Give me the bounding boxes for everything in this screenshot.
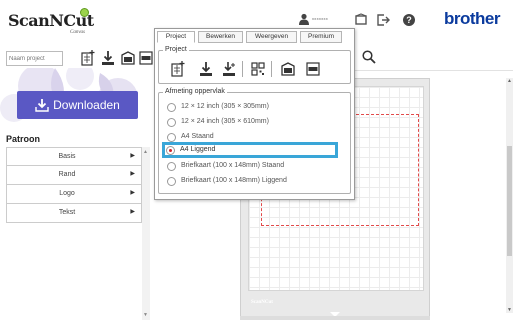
logo-subtext: Canvas — [70, 30, 85, 35]
category-label: Logo — [59, 190, 75, 197]
chevron-right-icon: ▶ — [130, 171, 135, 177]
category-label: Rand — [58, 171, 76, 178]
scrollbar-thumb[interactable] — [507, 146, 512, 256]
download-button-label: Downloaden — [53, 98, 120, 112]
project-group-title: Project — [163, 46, 189, 53]
tab-bewerken[interactable]: Bewerken — [198, 31, 243, 43]
area-size-group-title: Afmeting oppervlak — [163, 88, 227, 95]
logout-icon[interactable] — [376, 13, 390, 27]
download-button[interactable]: Downloaden — [17, 91, 138, 119]
area-option-a4-liggend[interactable]: A4 Liggend — [162, 142, 338, 158]
mat-box-icon[interactable] — [281, 61, 295, 77]
option-label: Briefkaart (100 x 148mm) Staand — [181, 162, 285, 169]
option-label: Briefkaart (100 x 148mm) Liggend — [181, 177, 287, 184]
scroll-down-icon[interactable]: ▼ — [507, 307, 512, 313]
area-size-group: Afmeting oppervlak 12 × 12 inch (305 × 3… — [158, 88, 351, 194]
project-toolbar — [6, 50, 156, 70]
svg-file-icon[interactable] — [139, 50, 153, 66]
radio-button[interactable] — [167, 133, 176, 142]
svg-file-icon[interactable] — [306, 61, 320, 77]
toolbar-divider — [242, 61, 243, 77]
download-mat-icon[interactable] — [222, 61, 236, 77]
logo-badge-icon — [80, 8, 89, 17]
svg-text:?: ? — [406, 15, 412, 25]
option-label: 12 × 24 inch (305 × 610mm) — [181, 118, 269, 125]
scroll-up-icon[interactable]: ▲ — [143, 149, 148, 155]
category-item-tekst[interactable]: Tekst ▶ — [6, 204, 142, 223]
header-actions: xxxxxxx ? brother — [298, 9, 513, 30]
radio-button-selected[interactable] — [166, 146, 175, 155]
category-label: Tekst — [58, 209, 76, 216]
scanncut-logo: ScanNCut Canvas — [8, 8, 108, 38]
brother-logo: brother — [444, 9, 501, 28]
area-option-briefkaart-staand[interactable]: Briefkaart (100 x 148mm) Staand — [164, 160, 350, 173]
download-icon[interactable] — [199, 61, 213, 77]
chevron-right-icon: ▶ — [130, 153, 135, 159]
canvas-vertical-scrollbar[interactable]: ▲ ▼ — [506, 78, 513, 313]
radio-button[interactable] — [167, 118, 176, 127]
help-icon[interactable]: ? — [402, 13, 416, 27]
project-name-input[interactable] — [6, 51, 63, 66]
category-item-rand[interactable]: Rand ▶ — [6, 166, 142, 185]
tab-project[interactable]: Project — [157, 31, 195, 43]
qr-code-icon[interactable] — [251, 61, 265, 77]
user-name[interactable]: xxxxxxx — [312, 16, 328, 21]
radio-button[interactable] — [167, 177, 176, 186]
pattern-category-list: Basis ▶ Rand ▶ Logo ▶ Tekst ▶ — [6, 147, 142, 223]
category-item-logo[interactable]: Logo ▶ — [6, 185, 142, 204]
radio-button[interactable] — [167, 103, 176, 112]
option-label: A4 Staand — [181, 133, 214, 140]
area-option-12x12[interactable]: 12 × 12 inch (305 × 305mm) — [164, 101, 350, 114]
mat-box-icon[interactable] — [121, 50, 135, 66]
sidebar-scrollbar[interactable]: ▲ ▼ — [142, 147, 150, 320]
scroll-up-icon[interactable]: ▲ — [507, 78, 512, 84]
zoom-icon[interactable] — [362, 50, 376, 64]
new-project-icon[interactable] — [81, 50, 95, 66]
option-label: A4 Liggend — [180, 146, 216, 153]
area-option-12x24[interactable]: 12 × 24 inch (305 × 610mm) — [164, 116, 350, 129]
download-arrow-icon — [35, 99, 49, 112]
area-option-briefkaart-liggend[interactable]: Briefkaart (100 x 148mm) Liggend — [164, 175, 350, 188]
chevron-right-icon: ▶ — [130, 209, 135, 215]
tab-weergeven[interactable]: Weergeven — [246, 31, 297, 43]
project-menu-panel: Project Bewerken Weergeven Premium Proje… — [154, 28, 355, 200]
category-label: Basis — [58, 153, 76, 160]
canvas-horizontal-scrollbar[interactable] — [240, 316, 430, 320]
new-project-icon[interactable] — [171, 61, 185, 77]
download-icon[interactable] — [101, 50, 115, 66]
scroll-down-icon[interactable]: ▼ — [143, 312, 148, 318]
chevron-right-icon: ▶ — [130, 190, 135, 196]
category-item-basis[interactable]: Basis ▶ — [6, 147, 142, 166]
toolbar-divider — [271, 61, 272, 77]
tab-premium[interactable]: Premium — [300, 31, 342, 43]
user-icon[interactable] — [298, 13, 310, 25]
mat-icon[interactable] — [354, 13, 368, 27]
radio-button[interactable] — [167, 162, 176, 171]
project-group: Project — [158, 46, 351, 84]
mat-brand-text: ScanNCut — [251, 300, 273, 305]
pattern-heading: Patroon — [6, 134, 41, 144]
option-label: 12 × 12 inch (305 × 305mm) — [181, 103, 269, 110]
